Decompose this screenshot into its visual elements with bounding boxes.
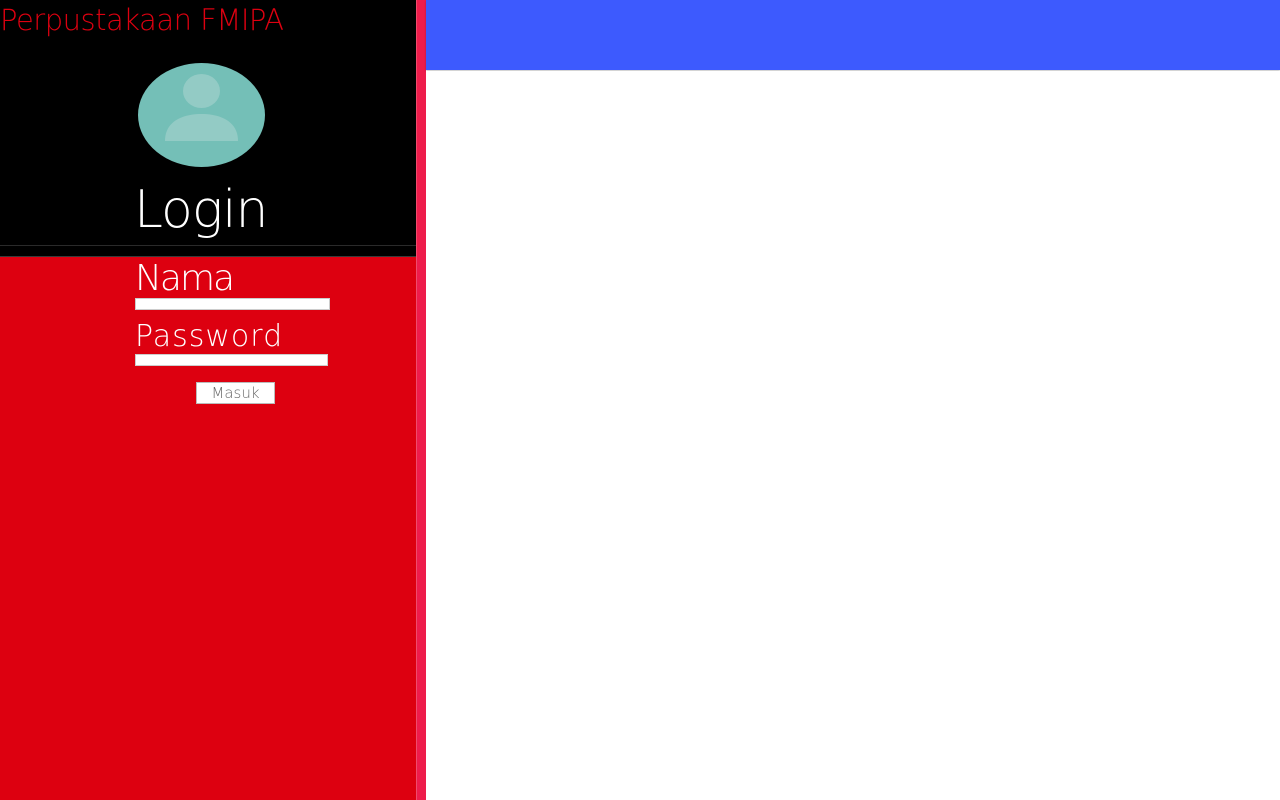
name-label: Nama	[135, 258, 235, 299]
sidebar: Perpustakaan FMIPA Login Nama Password M…	[0, 0, 418, 800]
main-content	[426, 71, 1280, 800]
user-avatar-icon	[138, 63, 265, 167]
sidebar-header: Perpustakaan FMIPA Login	[0, 0, 416, 245]
name-field[interactable]	[135, 298, 330, 310]
site-title[interactable]: Perpustakaan FMIPA	[0, 4, 284, 36]
sidebar-divider	[0, 245, 418, 257]
login-submit-button[interactable]: Masuk	[196, 382, 275, 404]
login-heading: Login	[134, 180, 268, 240]
sidebar-edge	[416, 0, 426, 800]
top-app-bar	[426, 0, 1280, 70]
password-label: Password	[135, 319, 284, 354]
password-field[interactable]	[135, 354, 328, 366]
